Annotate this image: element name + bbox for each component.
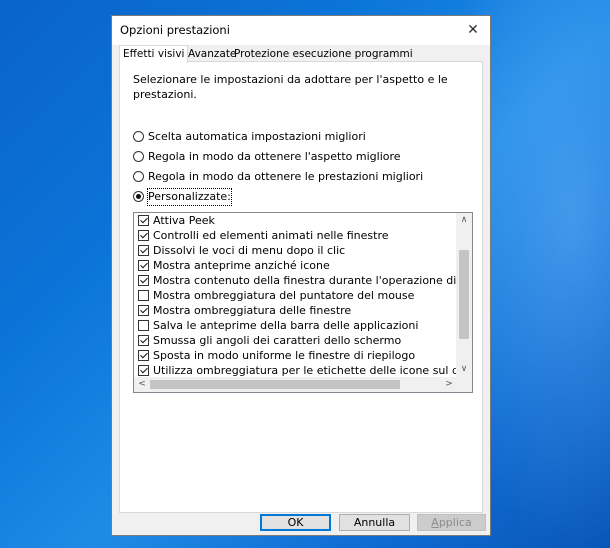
checkbox[interactable] <box>138 305 149 316</box>
checkbox[interactable] <box>138 335 149 346</box>
vertical-scroll-thumb[interactable] <box>459 250 469 339</box>
checkbox[interactable] <box>138 245 149 256</box>
checkbox[interactable] <box>138 230 149 241</box>
list-item-label: Sposta in modo uniforme le finestre di r… <box>153 349 416 362</box>
list-item-label: Mostra ombreggiatura del puntatore del m… <box>153 289 415 302</box>
ok-button[interactable]: OK <box>260 514 331 531</box>
close-icon[interactable]: ✕ <box>462 20 484 40</box>
radio-label: Regola in modo da ottenere l'aspetto mig… <box>148 150 401 163</box>
list-item-label: Mostra contenuto della finestra durante … <box>153 274 457 287</box>
apply-button[interactable]: Applica <box>417 514 486 531</box>
apply-label-rest: pplica <box>438 516 472 529</box>
effects-listbox[interactable]: Attiva Peek Controlli ed elementi animat… <box>133 212 473 393</box>
scrollbar-corner <box>456 377 472 392</box>
effects-list: Attiva Peek Controlli ed elementi animat… <box>134 213 457 377</box>
horizontal-scroll-thumb[interactable] <box>150 380 400 389</box>
list-item-label: Controlli ed elementi animati nelle fine… <box>153 229 389 242</box>
tab-dep[interactable]: Protezione esecuzione programmi <box>231 47 416 61</box>
list-item-label: Attiva Peek <box>153 214 215 227</box>
scroll-up-icon[interactable]: ∧ <box>456 213 472 228</box>
tab-visual-effects[interactable]: Effetti visivi <box>119 45 189 63</box>
list-item-label: Mostra ombreggiatura delle finestre <box>153 304 352 317</box>
scroll-down-icon[interactable]: ∨ <box>456 362 472 377</box>
title-bar[interactable]: Opzioni prestazioni ✕ <box>112 16 490 45</box>
visual-effects-panel: Selezionare le impostazioni da adottare … <box>119 61 483 513</box>
radio-label: Personalizzate: <box>147 188 232 206</box>
window-title: Opzioni prestazioni <box>120 23 230 37</box>
checkbox[interactable] <box>138 275 149 286</box>
list-item-label: Utilizza ombreggiatura per le etichette … <box>153 364 457 377</box>
list-item-label: Dissolvi le voci di menu dopo il clic <box>153 244 346 257</box>
cancel-button[interactable]: Annulla <box>339 514 410 531</box>
radio-button[interactable] <box>133 131 144 142</box>
list-item-label: Mostra anteprime anziché icone <box>153 259 330 272</box>
checkbox[interactable] <box>138 350 149 361</box>
radio-button[interactable] <box>133 151 144 162</box>
list-item-label: Salva le anteprime della barra delle app… <box>153 319 419 332</box>
checkbox[interactable] <box>138 290 149 301</box>
performance-options-dialog: Opzioni prestazioni ✕ Effetti visivi Ava… <box>111 15 491 536</box>
horizontal-scrollbar[interactable]: < > <box>134 377 457 392</box>
apply-mnemonic: A <box>431 516 439 529</box>
vertical-scrollbar[interactable]: ∧ ∨ <box>456 213 472 377</box>
checkbox[interactable] <box>138 260 149 271</box>
radio-button[interactable] <box>133 171 144 182</box>
description-text: Selezionare le impostazioni da adottare … <box>133 73 448 101</box>
list-item-label: Smussa gli angoli dei caratteri dello sc… <box>153 334 402 347</box>
checkbox[interactable] <box>138 320 149 331</box>
checkbox[interactable] <box>138 215 149 226</box>
scroll-right-icon[interactable]: > <box>441 377 457 392</box>
checkbox[interactable] <box>138 365 149 376</box>
radio-label: Scelta automatica impostazioni migliori <box>148 130 366 143</box>
radio-label: Regola in modo da ottenere le prestazion… <box>148 170 424 183</box>
scroll-left-icon[interactable]: < <box>134 377 150 392</box>
radio-button[interactable] <box>133 191 144 202</box>
